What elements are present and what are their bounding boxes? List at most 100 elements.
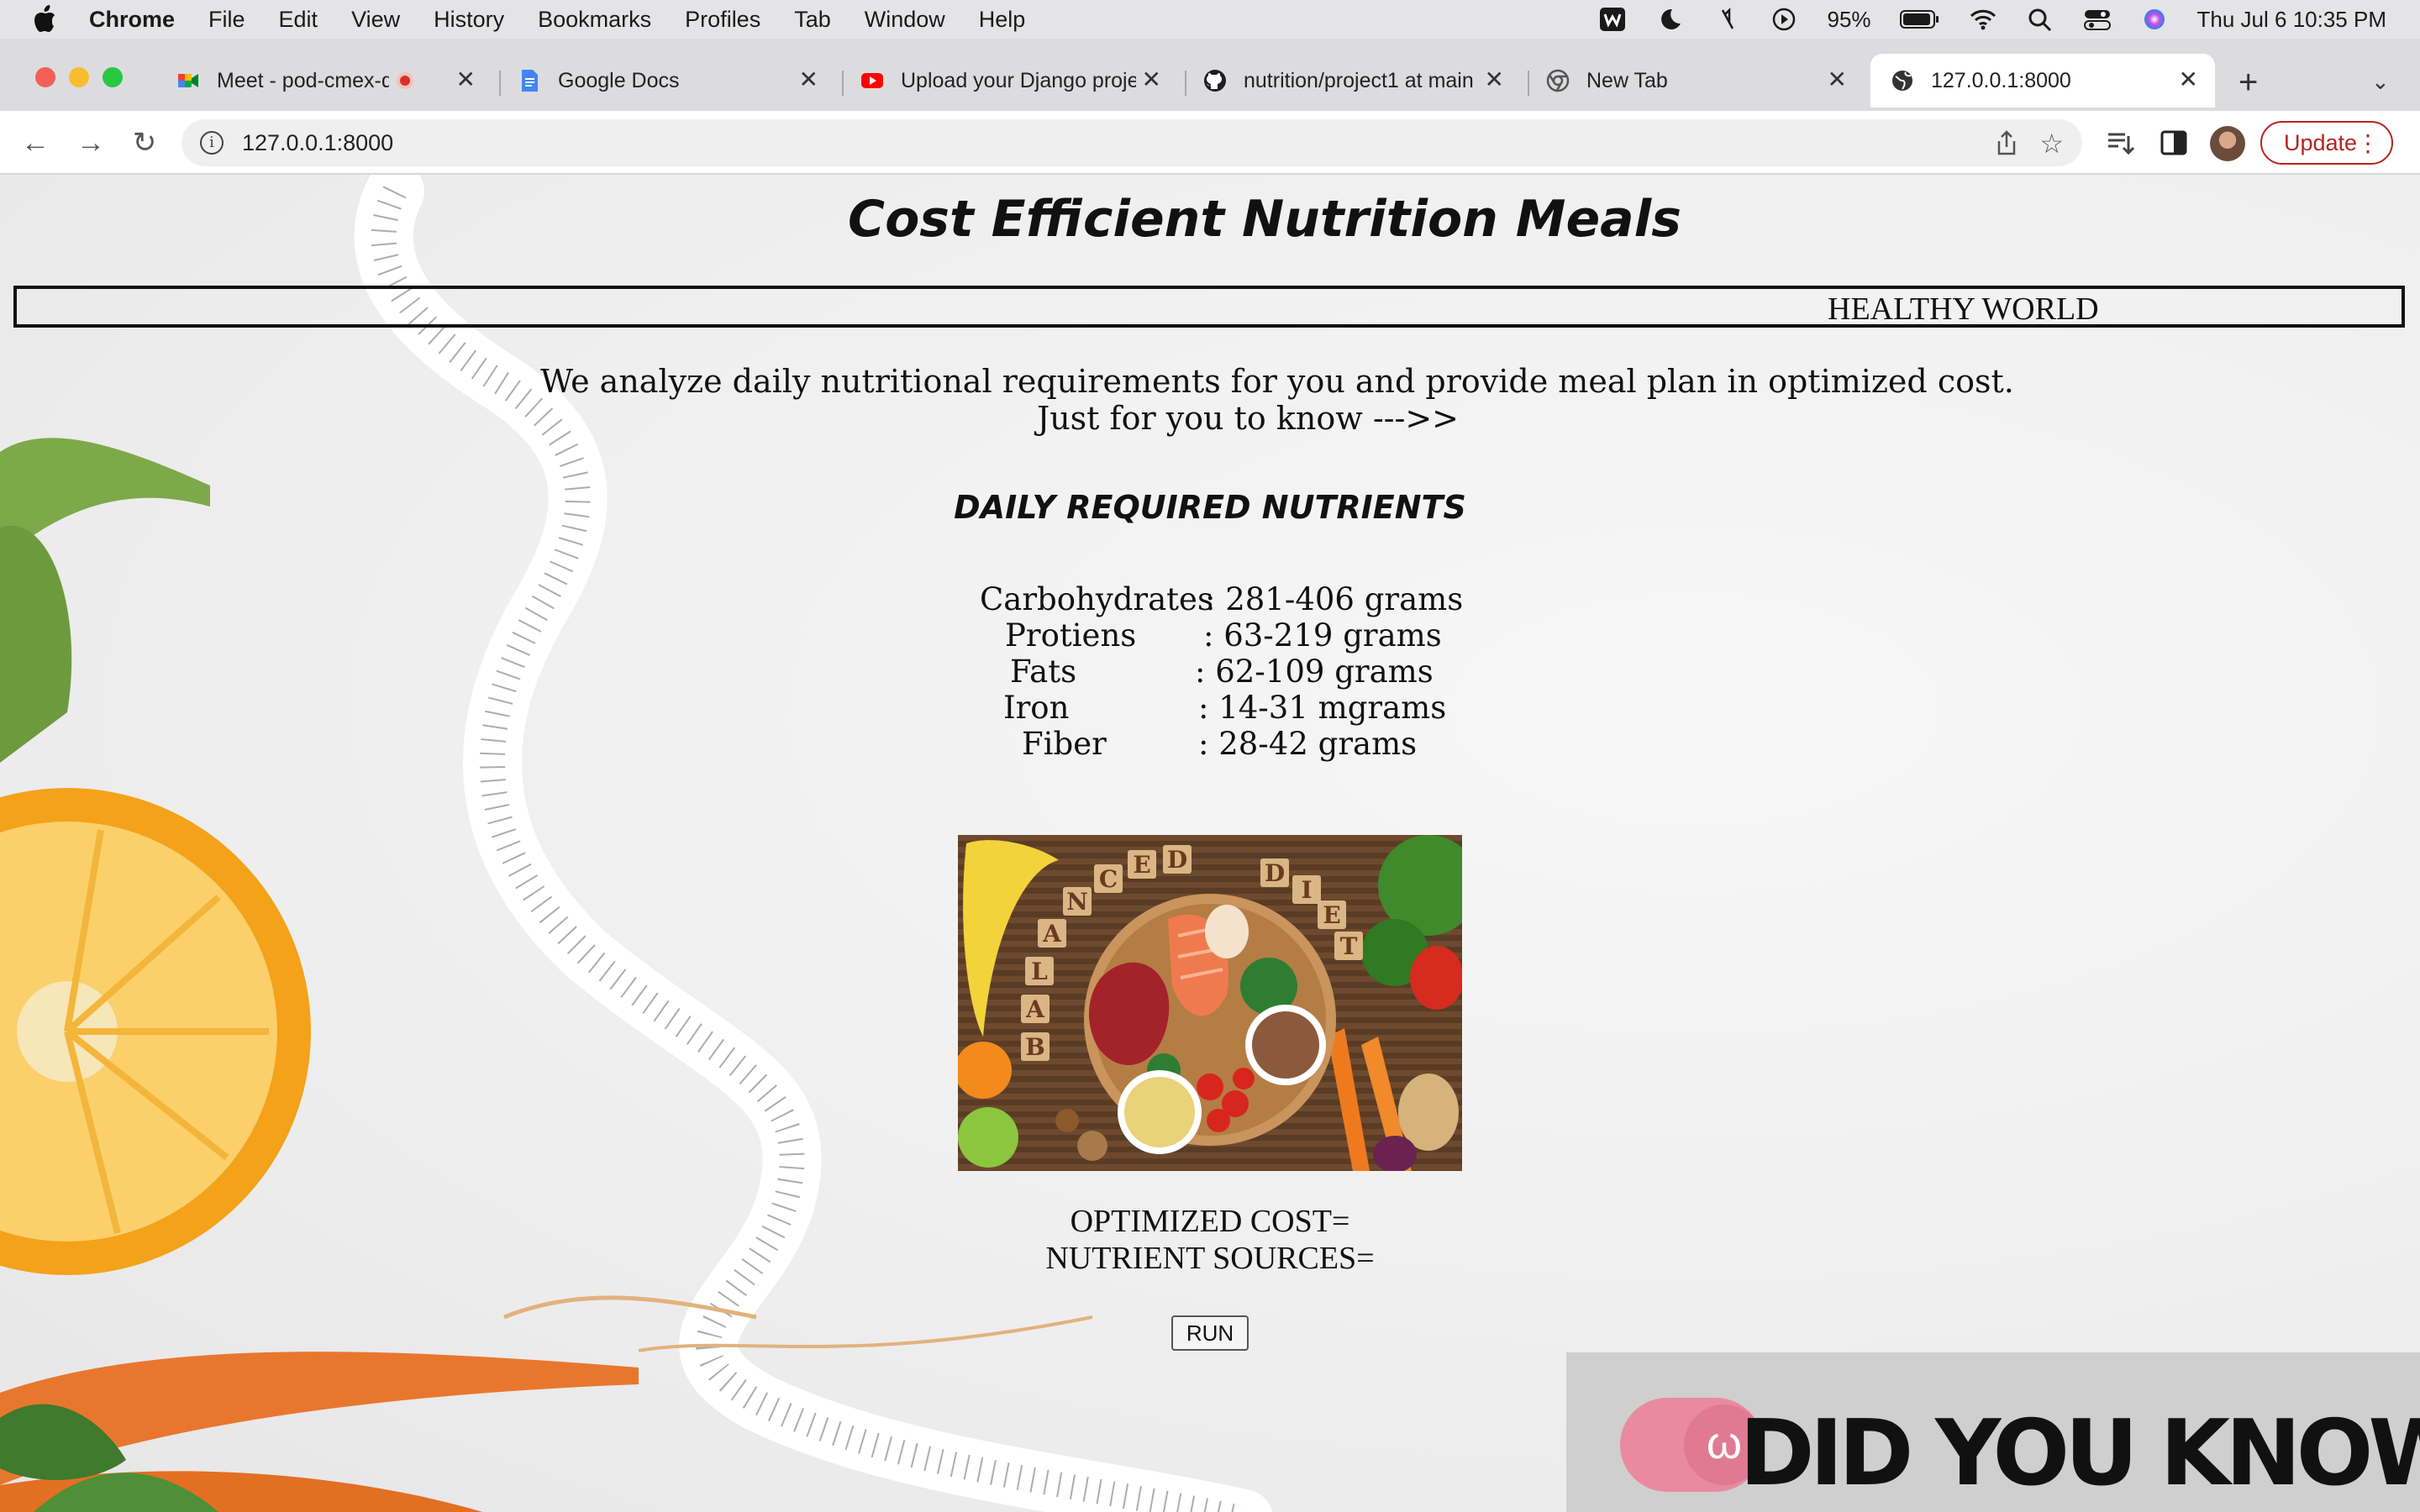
tab-title: Meet - pod-cmex-db [217, 68, 389, 92]
tab-separator [499, 71, 501, 96]
globe-icon [1892, 71, 1912, 91]
control-center-icon[interactable] [2083, 7, 2112, 32]
chrome-toolbar: ← → ↻ i 127.0.0.1:8000 ☆ Update ⋮ [0, 111, 2420, 175]
nutrient-row: Carbohydrates : 281-406 grams [975, 581, 1479, 617]
tab-close-icon[interactable]: ✕ [2179, 68, 2198, 92]
tab-separator [1528, 71, 1529, 96]
intro-line-2: Just for you to know --->> [1036, 400, 1460, 437]
marquee-text: HEALTHY WORLD [1828, 291, 2099, 327]
siri-icon[interactable] [2140, 7, 2169, 32]
apple-logo-icon[interactable] [32, 5, 57, 34]
address-bar[interactable]: i 127.0.0.1:8000 ☆ [182, 119, 2082, 166]
image-letter: E [1323, 901, 1340, 929]
tab-title: Google Docs [558, 68, 680, 92]
tab-close-icon[interactable]: ✕ [1828, 68, 1847, 92]
menu-window[interactable]: Window [865, 7, 945, 33]
reload-button[interactable]: ↻ [128, 126, 161, 160]
tab-google-docs[interactable]: Google Docs ✕ [518, 54, 835, 108]
window-minimize-button[interactable] [69, 67, 89, 87]
forward-button[interactable]: → [74, 126, 108, 160]
image-letter: E [1133, 851, 1150, 879]
tab-title: 127.0.0.1:8000 [1931, 68, 2071, 92]
profile-avatar[interactable] [2210, 126, 2245, 161]
tab-separator [1185, 71, 1186, 96]
tab-close-icon[interactable]: ✕ [1142, 68, 1161, 92]
nutrient-name: Carbohydrates [980, 581, 1213, 617]
result-section: OPTIMIZED COST= NUTRIENT SOURCES= [0, 1203, 2420, 1277]
reading-list-icon[interactable] [2106, 128, 2134, 158]
image-letter: A [1025, 995, 1045, 1023]
do-not-disturb-moon-icon[interactable] [1655, 7, 1684, 32]
site-info-icon[interactable]: i [200, 131, 224, 155]
tab-new-tab[interactable]: New Tab ✕ [1546, 54, 1864, 108]
menu-tab[interactable]: Tab [794, 7, 831, 33]
battery-icon[interactable] [1899, 7, 1940, 32]
menu-bookmarks[interactable]: Bookmarks [538, 7, 651, 33]
menu-file[interactable]: File [208, 7, 245, 33]
update-button[interactable]: Update ⋮ [2260, 121, 2393, 165]
tab-close-icon[interactable]: ✕ [456, 68, 476, 92]
address-bar-url[interactable]: 127.0.0.1:8000 [242, 130, 393, 156]
tab-close-icon[interactable]: ✕ [1485, 68, 1504, 92]
github-icon [1204, 70, 1226, 92]
image-letter: T [1340, 932, 1358, 960]
tab-google-meet[interactable]: Meet - pod-cmex-db ✕ [176, 54, 492, 108]
menu-view[interactable]: View [351, 7, 400, 33]
nutrient-row: Protiens : 63-219 grams [975, 617, 1479, 654]
window-maximize-button[interactable] [103, 67, 123, 87]
intro-text: We analyze daily nutritional requirement… [0, 363, 2420, 437]
now-playing-icon[interactable] [1770, 7, 1798, 32]
healthy-world-marquee: HEALTHY WORLD [13, 286, 2405, 328]
share-icon[interactable] [1995, 129, 2018, 156]
more-menu-icon[interactable]: ⋮ [2356, 129, 2380, 157]
did-you-know-banner: ω DID YOU KNOW ? [1566, 1352, 2420, 1512]
tab-youtube[interactable]: Upload your Django proje ✕ [860, 54, 1178, 108]
nutrient-name: Fiber [1022, 726, 1107, 762]
back-button[interactable]: ← [18, 126, 52, 160]
nutrient-value: : 28-42 grams [1198, 726, 1418, 762]
nutrients-heading: DAILY REQUIRED NUTRIENTS [954, 489, 1466, 526]
web-page: Cost Efficient Nutrition Meals HEALTHY W… [0, 175, 2420, 1512]
nutrient-value: : 14-31 mgrams [1198, 690, 1447, 726]
tab-github[interactable]: nutrition/project1 at main ✕ [1203, 54, 1521, 108]
window-close-button[interactable] [35, 67, 55, 87]
battery-percent: 95% [1827, 6, 1871, 32]
chrome-icon [1546, 69, 1570, 92]
image-letter: A [1042, 920, 1062, 948]
menu-edit[interactable]: Edit [279, 7, 318, 33]
recording-indicator-icon [397, 72, 413, 89]
image-letter: B [1025, 1033, 1045, 1061]
bookmark-star-icon[interactable]: ☆ [2039, 128, 2064, 160]
image-letter: I [1301, 876, 1312, 904]
tab-search-chevron-icon[interactable]: ⌄ [2371, 69, 2390, 95]
side-panel-icon[interactable] [2160, 128, 2188, 158]
intro-line-1: We analyze daily nutritional requirement… [540, 363, 2014, 400]
macos-menu-bar: Chrome File Edit View History Bookmarks … [0, 0, 2420, 39]
nutrient-row: Iron : 14-31 mgrams [975, 690, 1479, 726]
image-letter: C [1099, 865, 1118, 893]
chrome-tab-strip: Meet - pod-cmex-db ✕ Google Docs ✕ Uploa… [0, 39, 2420, 111]
tab-title: New Tab [1586, 68, 1668, 92]
new-tab-button[interactable]: + [2238, 66, 2258, 99]
menu-app-name[interactable]: Chrome [89, 7, 175, 33]
update-button-label: Update [2284, 129, 2358, 155]
menu-profiles[interactable]: Profiles [685, 7, 760, 33]
tab-separator [842, 71, 844, 96]
clock[interactable]: Thu Jul 6 10:35 PM [2197, 7, 2386, 33]
tab-localhost[interactable]: 127.0.0.1:8000 ✕ [1870, 54, 2215, 108]
banner-text: DID YOU KNOW ? [1739, 1401, 2420, 1506]
nutrient-value: : 281-406 grams [1205, 581, 1464, 617]
image-letter: D [1265, 859, 1285, 887]
google-docs-icon [522, 70, 538, 92]
wps-office-icon[interactable] [1598, 7, 1627, 32]
tab-close-icon[interactable]: ✕ [799, 68, 818, 92]
mute-icon[interactable] [1712, 7, 1741, 32]
menu-history[interactable]: History [434, 7, 504, 33]
image-letter: N [1066, 888, 1088, 916]
nutrient-name: Iron [1003, 690, 1070, 726]
run-button[interactable]: RUN [1171, 1315, 1249, 1351]
spotlight-search-icon[interactable] [2026, 7, 2054, 32]
menu-help[interactable]: Help [979, 7, 1026, 33]
nutrient-row: Fats : 62-109 grams [975, 654, 1479, 690]
wifi-icon[interactable] [1969, 7, 1997, 32]
